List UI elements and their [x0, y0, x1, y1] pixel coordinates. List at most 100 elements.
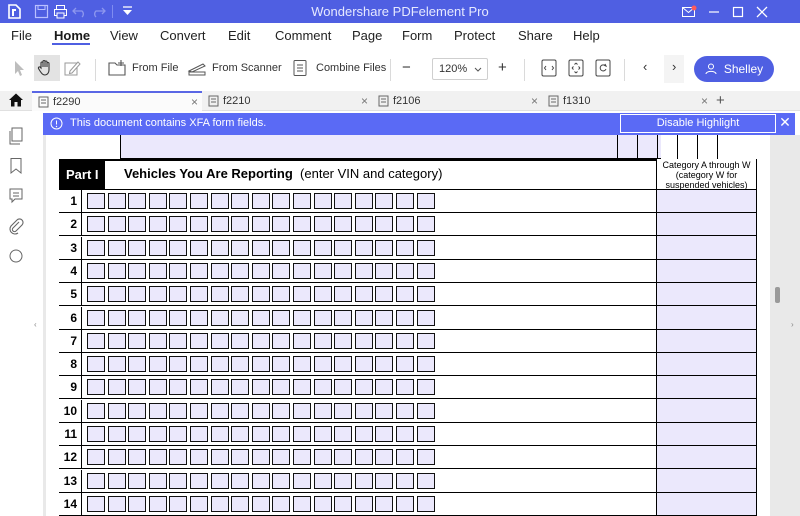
thumbnails-icon[interactable]: [8, 127, 24, 150]
vin-character-field[interactable]: [190, 286, 208, 302]
vin-character-field[interactable]: [190, 193, 208, 209]
vin-character-field[interactable]: [334, 240, 353, 256]
vin-character-field[interactable]: [190, 426, 208, 442]
vin-character-field[interactable]: [293, 263, 311, 279]
comment-icon[interactable]: [8, 187, 24, 210]
vin-character-field[interactable]: [396, 356, 414, 372]
vin-character-field[interactable]: [416, 356, 435, 372]
vin-character-field[interactable]: [210, 356, 229, 372]
vin-character-field[interactable]: [396, 286, 414, 302]
vin-character-field[interactable]: [128, 193, 147, 209]
vin-character-field[interactable]: [354, 216, 373, 232]
search-icon[interactable]: [8, 247, 24, 270]
vin-character-field[interactable]: [293, 496, 311, 512]
menu-help[interactable]: Help: [573, 28, 600, 43]
vin-character-field[interactable]: [396, 333, 414, 349]
vin-character-field[interactable]: [148, 193, 167, 209]
menu-view[interactable]: View: [110, 28, 138, 43]
vin-character-field[interactable]: [334, 356, 353, 372]
vin-character-field[interactable]: [354, 240, 373, 256]
vin-character-field[interactable]: [87, 426, 105, 442]
vin-character-field[interactable]: [210, 240, 229, 256]
vin-character-field[interactable]: [396, 263, 414, 279]
vin-character-field[interactable]: [375, 356, 394, 372]
vin-character-field[interactable]: [396, 496, 414, 512]
vin-character-field[interactable]: [128, 426, 147, 442]
category-field[interactable]: [656, 353, 756, 376]
vin-character-field[interactable]: [107, 263, 126, 279]
vin-character-field[interactable]: [251, 379, 270, 395]
vin-character-field[interactable]: [87, 310, 105, 326]
vin-character-field[interactable]: [313, 426, 332, 442]
vin-character-field[interactable]: [293, 193, 311, 209]
vin-character-field[interactable]: [354, 426, 373, 442]
vin-character-field[interactable]: [251, 216, 270, 232]
vin-character-field[interactable]: [272, 403, 291, 419]
category-field[interactable]: [656, 283, 756, 306]
vin-character-field[interactable]: [416, 403, 435, 419]
vin-character-field[interactable]: [107, 379, 126, 395]
menu-share[interactable]: Share: [518, 28, 553, 43]
vin-character-field[interactable]: [375, 379, 394, 395]
vin-character-field[interactable]: [107, 356, 126, 372]
vin-character-field[interactable]: [210, 216, 229, 232]
disable-highlight-button[interactable]: Disable Highlight: [620, 114, 776, 133]
vin-character-field[interactable]: [354, 310, 373, 326]
vin-character-field[interactable]: [251, 310, 270, 326]
vin-character-field[interactable]: [396, 193, 414, 209]
vin-character-field[interactable]: [231, 473, 250, 489]
vin-character-field[interactable]: [293, 310, 311, 326]
vin-character-field[interactable]: [169, 426, 188, 442]
vin-character-field[interactable]: [148, 449, 167, 465]
vin-character-field[interactable]: [231, 240, 250, 256]
vin-character-field[interactable]: [354, 356, 373, 372]
vin-character-field[interactable]: [87, 216, 105, 232]
vin-character-field[interactable]: [251, 286, 270, 302]
vin-character-field[interactable]: [190, 403, 208, 419]
tab-close-icon[interactable]: ×: [701, 94, 708, 108]
vin-character-field[interactable]: [231, 379, 250, 395]
vin-character-field[interactable]: [210, 286, 229, 302]
vin-character-field[interactable]: [334, 333, 353, 349]
vin-character-field[interactable]: [416, 216, 435, 232]
vin-character-field[interactable]: [354, 263, 373, 279]
vin-character-field[interactable]: [128, 356, 147, 372]
vin-character-field[interactable]: [210, 449, 229, 465]
tab-close-icon[interactable]: ×: [531, 94, 538, 108]
vin-character-field[interactable]: [190, 496, 208, 512]
vin-character-field[interactable]: [169, 286, 188, 302]
vin-character-field[interactable]: [396, 426, 414, 442]
vin-character-field[interactable]: [313, 216, 332, 232]
vin-character-field[interactable]: [293, 379, 311, 395]
vin-character-field[interactable]: [148, 473, 167, 489]
vin-character-field[interactable]: [375, 496, 394, 512]
vin-character-field[interactable]: [354, 193, 373, 209]
vin-character-field[interactable]: [87, 473, 105, 489]
vin-character-field[interactable]: [251, 403, 270, 419]
vin-character-field[interactable]: [128, 449, 147, 465]
vin-character-field[interactable]: [272, 263, 291, 279]
vin-character-field[interactable]: [169, 310, 188, 326]
vin-character-field[interactable]: [190, 333, 208, 349]
vin-character-field[interactable]: [396, 449, 414, 465]
vin-character-field[interactable]: [375, 449, 394, 465]
vin-character-field[interactable]: [313, 356, 332, 372]
vin-character-field[interactable]: [272, 286, 291, 302]
scrollbar-thumb[interactable]: [775, 287, 780, 303]
vin-character-field[interactable]: [334, 193, 353, 209]
user-account-button[interactable]: Shelley: [694, 56, 774, 82]
category-field[interactable]: [656, 493, 756, 516]
vin-character-field[interactable]: [416, 286, 435, 302]
category-field[interactable]: [656, 376, 756, 399]
vin-character-field[interactable]: [231, 286, 250, 302]
category-field[interactable]: [656, 470, 756, 493]
vin-character-field[interactable]: [231, 263, 250, 279]
from-scanner-button[interactable]: From Scanner: [187, 59, 282, 77]
vin-character-field[interactable]: [375, 263, 394, 279]
select-tool-icon[interactable]: [9, 58, 34, 78]
vin-character-field[interactable]: [416, 379, 435, 395]
fit-width-icon[interactable]: [540, 58, 563, 78]
vin-character-field[interactable]: [251, 263, 270, 279]
vin-character-field[interactable]: [293, 333, 311, 349]
vin-character-field[interactable]: [416, 240, 435, 256]
